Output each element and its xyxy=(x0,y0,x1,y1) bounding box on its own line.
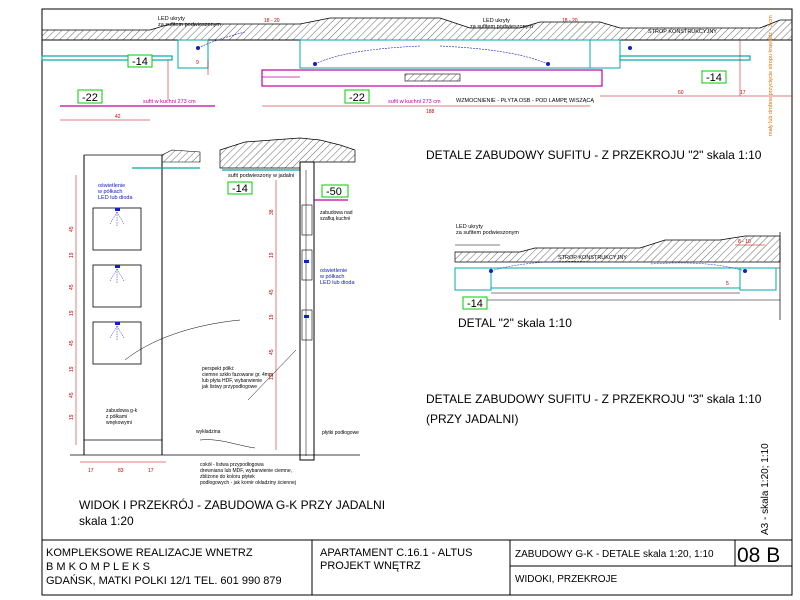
glass-note-4: jak listwy przypodłogowe xyxy=(201,384,257,390)
view-title-line1: WIDOK I PRZEKRÓJ - ZABUDOWA G-K PRZY JAD… xyxy=(79,497,385,512)
svg-text:19: 19 xyxy=(269,314,275,320)
lighting-label-6: LED lub dioda xyxy=(320,280,355,286)
led-label-2b: za sufitem podwieszonym xyxy=(470,24,533,30)
svg-text:19: 19 xyxy=(69,366,75,372)
shelf-niche-3 xyxy=(92,321,142,365)
svg-text:-14: -14 xyxy=(706,72,722,84)
dim-188: 188 xyxy=(426,109,435,115)
company-brand: B M K O M P L E K S xyxy=(46,561,150,573)
svg-text:-22: -22 xyxy=(349,92,365,104)
dim-18-20-b: 18 - 20 xyxy=(562,18,578,24)
sheet-scale-note: A3 - skala 1:20; 1:10 xyxy=(760,443,771,535)
svg-text:-14: -14 xyxy=(232,183,248,195)
svg-text:19: 19 xyxy=(69,252,75,258)
dim-18-20-a: 18 - 20 xyxy=(264,18,280,24)
detail2-title: DETALE ZABUDOWY SUFITU - Z PRZEKROJU "2"… xyxy=(426,148,762,162)
elevation-view xyxy=(70,149,250,463)
svg-text:-50: -50 xyxy=(326,186,342,198)
dim-42: 42 xyxy=(115,114,121,120)
company-name: KOMPLEKSOWE REALIZACJE WNETRZ xyxy=(46,547,253,559)
led-label-3b: za sufitem podwieszonym xyxy=(456,230,519,236)
detail3-title: DETALE ZABUDOWY SUFITU - Z PRZEKROJU "3"… xyxy=(426,392,762,406)
skirting-note-4: podłogowych - jak kornir okładziny ścien… xyxy=(200,480,296,486)
svg-text:45: 45 xyxy=(269,349,275,355)
svg-text:19: 19 xyxy=(69,310,75,316)
above-cabinet-2: szafką kuchni xyxy=(320,216,350,222)
led-point-2 xyxy=(313,62,317,66)
left-dim-column: 45 19 45 19 45 19 45 19 xyxy=(69,226,75,420)
led-label-1b: za sufitem podwieszonym xyxy=(158,22,221,28)
kitchen-ceiling-label: sufit w kuchni 273 cm xyxy=(143,99,196,105)
dim-bottom-17a: 17 xyxy=(88,468,94,474)
carpet-label: wykładzina xyxy=(196,429,221,435)
svg-text:19: 19 xyxy=(69,414,75,420)
badge-minus50: -50 xyxy=(321,184,349,198)
detail3-drawing xyxy=(454,232,781,320)
osb-label: WZMOCNIENIE - PŁYTA OSB - POD LAMPĘ WISZ… xyxy=(456,98,594,104)
svg-text:45: 45 xyxy=(69,392,75,398)
svg-text:19: 19 xyxy=(269,252,275,258)
dim-9: 9 xyxy=(196,60,199,66)
strop-label-2: STROP KONSTRUKCYJNY xyxy=(558,255,627,261)
dim-bottom-83: 83 xyxy=(118,468,124,474)
dim-5: 5 xyxy=(726,281,729,287)
drop-ceiling-right xyxy=(619,55,751,61)
svg-text:-14: -14 xyxy=(132,56,148,68)
detail3-subtitle: (PRZY JADALNI) xyxy=(426,412,518,426)
ceiling-box-left xyxy=(177,39,209,69)
svg-text:45: 45 xyxy=(69,226,75,232)
badge-minus14-c: -14 xyxy=(227,181,253,195)
dim-17: 17 xyxy=(740,90,746,96)
lighting-label-3: LED lub dioda xyxy=(98,195,133,201)
project-name: APARTAMENT C.16.1 - ALTUS xyxy=(320,547,472,559)
shelf-niche-2 xyxy=(92,264,142,308)
company-address: GDAŃSK, MATKI POLKI 12/1 TEL. 601 990 87… xyxy=(46,574,282,587)
dim-60: 60 xyxy=(678,90,684,96)
strop-label: STROP KONSTRUKCYJNY xyxy=(648,29,717,35)
svg-text:38: 38 xyxy=(269,209,275,215)
drawing-sheet: LED ukryty za sufitem podwieszonym LED u… xyxy=(41,8,793,596)
shelf-niche-1 xyxy=(92,207,142,251)
led-point-4 xyxy=(628,46,632,50)
badge-minus22-b: -22 xyxy=(344,89,370,104)
svg-text:45: 45 xyxy=(269,289,275,295)
badge-minus14-b: -14 xyxy=(701,70,727,84)
svg-text:-22: -22 xyxy=(82,92,98,104)
sheet-title: ZABUDOWY G-K - DETALE skala 1:20, 1:10 xyxy=(515,549,714,560)
svg-text:-14: -14 xyxy=(467,298,483,310)
sheet-code: 08 B xyxy=(737,544,780,567)
jadalnia-ceiling-label: sufit podwieszony w jadalni xyxy=(228,173,294,179)
ceiling-box-right xyxy=(589,39,621,69)
dim-bottom-17b: 17 xyxy=(148,468,154,474)
kitchen-ceiling-label-2: sufit w kuchni 273 cm xyxy=(388,99,441,105)
mid-dim-column: 38 19 45 19 45 19 xyxy=(269,209,275,380)
lamp-mount xyxy=(404,73,461,82)
project-type: PROJEKT WNĘTRZ xyxy=(320,560,421,572)
detal2-title: DETAL "2" skala 1:10 xyxy=(458,316,572,330)
svg-text:45: 45 xyxy=(69,284,75,290)
tiles-label: płytki podłogowe xyxy=(322,430,359,436)
sheet-subtitle: WIDOKI, PRZEKROJE xyxy=(515,574,618,585)
side-note: mały lub drobne przycięcie stropu krawęd… xyxy=(768,15,774,136)
gk-label-3: wnękowymi xyxy=(106,420,132,426)
badge-minus22-a: -22 xyxy=(77,89,103,104)
svg-text:45: 45 xyxy=(69,340,75,346)
badge-minus14-d: -14 xyxy=(462,296,488,310)
dim-8-10: 8 - 10 xyxy=(738,239,751,245)
svg-text:19: 19 xyxy=(269,374,275,380)
badge-minus14-a: -14 xyxy=(127,54,153,68)
view-title-line2: skala 1:20 xyxy=(79,514,134,528)
